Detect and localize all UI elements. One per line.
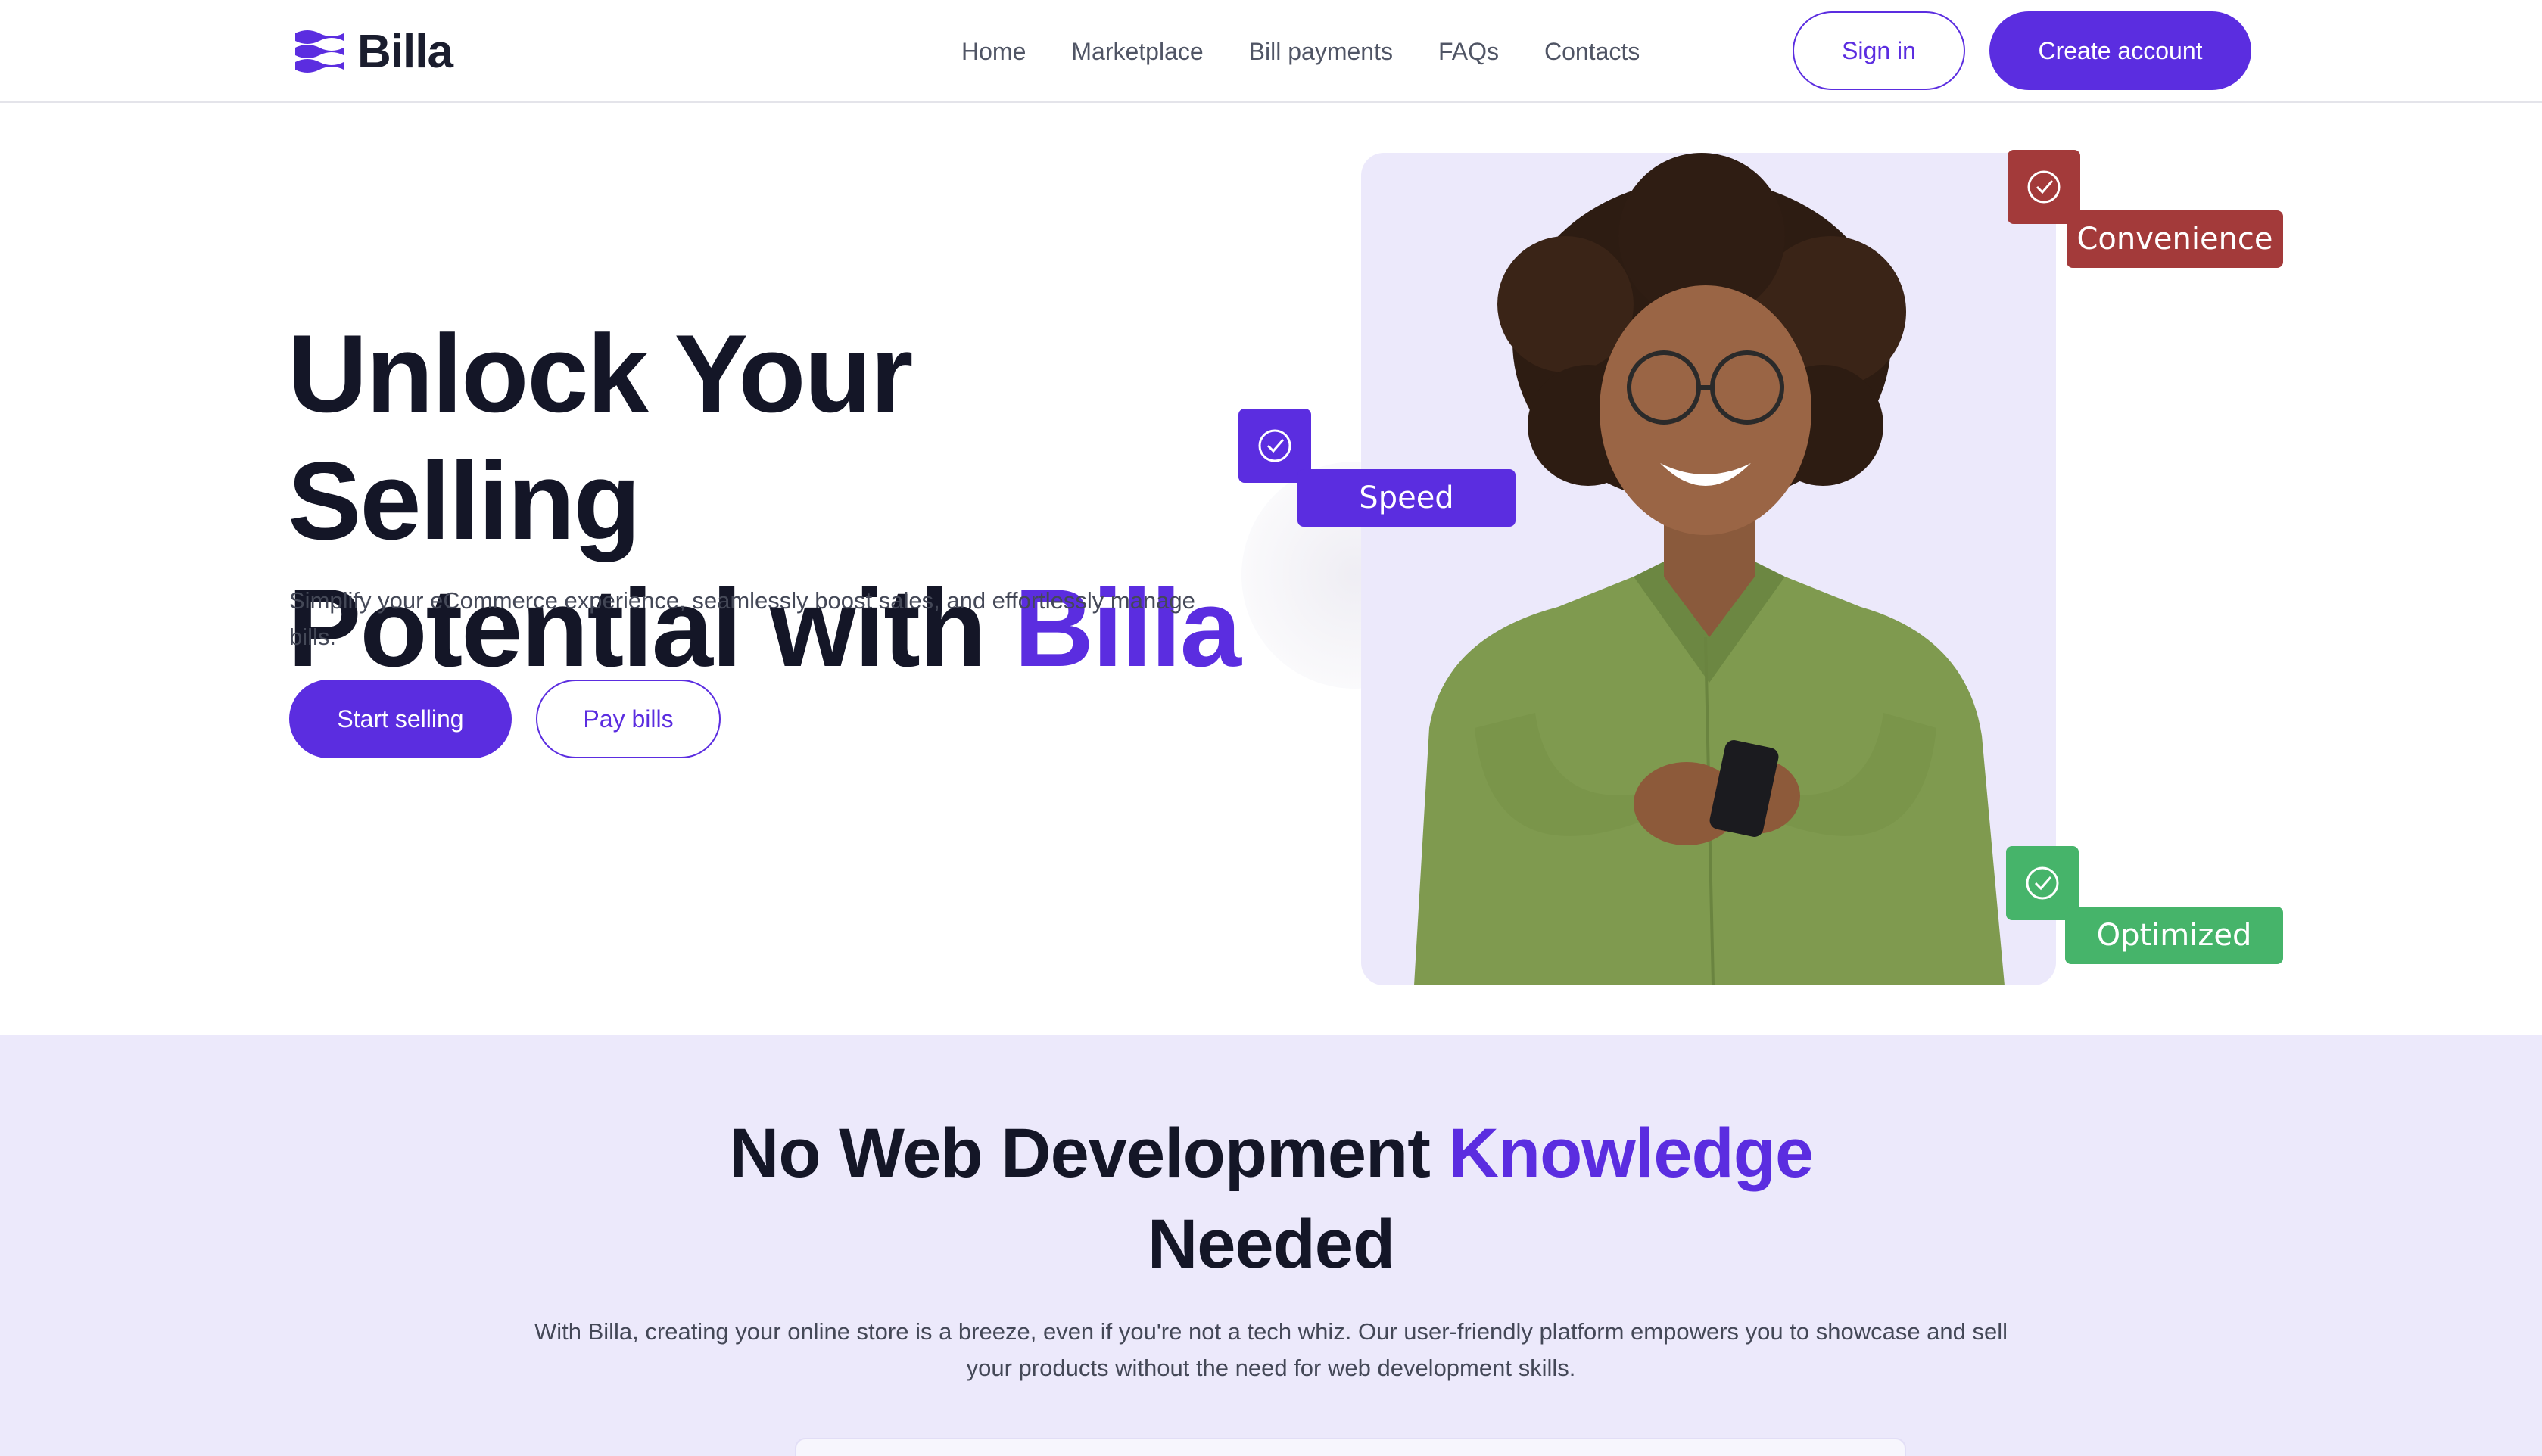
check-circle-icon [2027, 170, 2061, 204]
logo-waves-icon [295, 30, 344, 73]
features-title-suffix: Needed [1147, 1206, 1395, 1283]
features-title-accent: Knowledge [1448, 1115, 1814, 1192]
convenience-badge: Convenience [2067, 210, 2283, 268]
nav-home[interactable]: Home [961, 38, 1026, 66]
brand-logo[interactable]: Billa [292, 21, 453, 82]
nav-marketplace[interactable]: Marketplace [1071, 38, 1203, 66]
nav-bill-payments[interactable]: Bill payments [1249, 38, 1393, 66]
sign-in-button[interactable]: Sign in [1793, 11, 1965, 90]
check-circle-icon [1258, 429, 1291, 462]
features-description: With Billa, creating your online store i… [534, 1318, 2008, 1381]
main-nav: Home Marketplace Bill payments FAQs Cont… [961, 30, 1640, 73]
pay-bills-button[interactable]: Pay bills [536, 680, 721, 758]
start-selling-button[interactable]: Start selling [289, 680, 512, 758]
speed-badge: Speed [1297, 469, 1516, 527]
features-title-prefix: No Web Development [728, 1115, 1449, 1192]
nav-faqs[interactable]: FAQs [1438, 38, 1499, 66]
check-circle-icon [2026, 866, 2059, 900]
woman-with-phone-illustration [1414, 153, 2005, 985]
nav-contacts[interactable]: Contacts [1544, 38, 1640, 66]
dashboard-preview [795, 1438, 1906, 1456]
hero-image [1361, 153, 2056, 985]
hero-title-line1: Unlock Your Selling [288, 312, 913, 562]
hero-subtitle: Simplify your eCommerce experience, seam… [289, 587, 1195, 650]
create-account-button[interactable]: Create account [1989, 11, 2251, 90]
features-title: No Web Development Knowledge Needed [590, 1108, 1952, 1290]
site-header: Billa Home Marketplace Bill payments FAQ… [0, 0, 2542, 103]
brand-name: Billa [357, 25, 453, 78]
optimized-badge: Optimized [2065, 907, 2283, 964]
